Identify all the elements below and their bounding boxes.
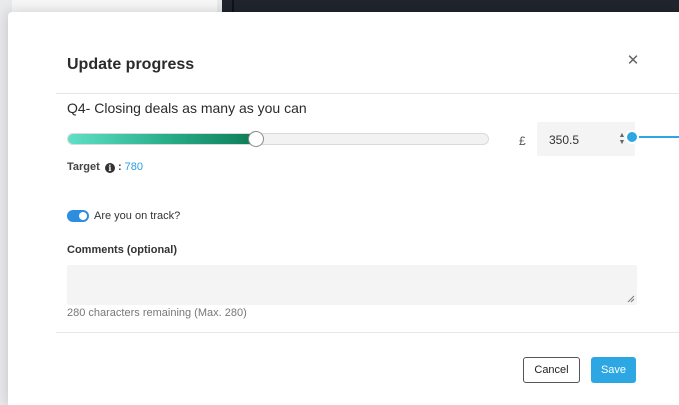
annotation-dot [625,130,639,144]
target-separator: : [117,161,122,173]
progress-value: 350.5 [549,133,580,147]
progress-slider-track[interactable] [67,133,489,145]
progress-slider-fill [68,134,257,144]
target-value: 780 [124,161,144,173]
on-track-toggle[interactable] [67,210,89,222]
cancel-button[interactable]: Cancel [523,357,580,383]
header-divider [56,93,679,94]
toggle-knob [79,212,87,220]
progress-value-input[interactable]: 350.5 ▲ ▼ [537,122,635,156]
save-button[interactable]: Save [591,357,636,383]
info-icon[interactable]: i [104,163,115,173]
characters-remaining: 280 characters remaining (Max. 280) [67,307,247,319]
comments-textarea[interactable] [67,265,637,305]
goal-name: Q4- Closing deals as many as you can [67,100,307,116]
comments-label: Comments (optional) [67,244,177,256]
update-progress-modal: Update progress ✕ Q4- Closing deals as m… [8,12,679,405]
target-label: Target [67,161,100,173]
annotation-line [639,136,679,138]
footer-divider [56,332,679,333]
on-track-label: Are you on track? [94,210,181,222]
close-icon[interactable]: ✕ [625,53,641,69]
currency-symbol: £ [519,134,526,148]
resize-handle-icon[interactable] [627,295,635,303]
target-row: Target i : 780 [67,161,143,173]
modal-title: Update progress [67,56,195,73]
